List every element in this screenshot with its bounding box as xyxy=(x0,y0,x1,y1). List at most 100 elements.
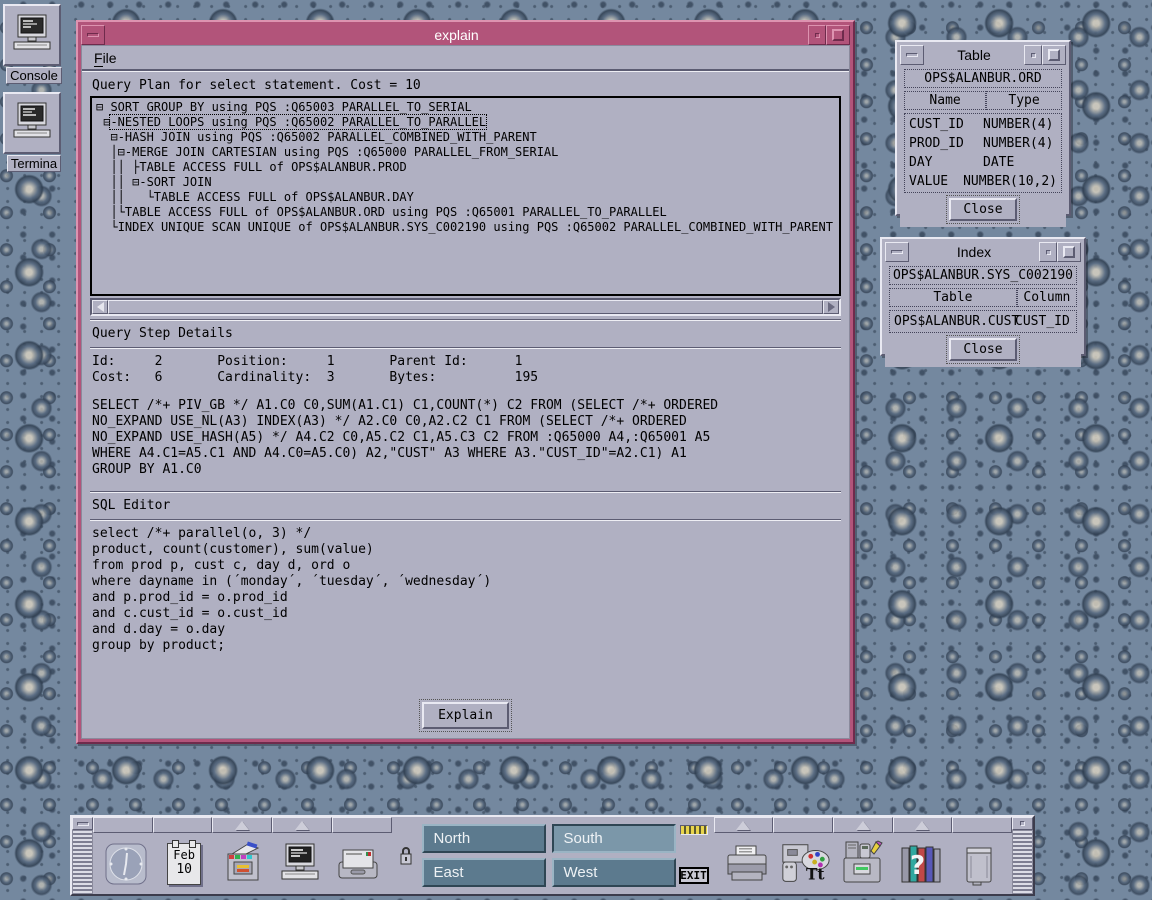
subpanel-segment xyxy=(153,817,213,833)
column-header-name[interactable]: Name xyxy=(904,91,986,110)
maximize-button[interactable] xyxy=(1042,45,1066,65)
workspace-switch-area: North South East West EXIT xyxy=(392,817,714,894)
window-menu-button[interactable] xyxy=(81,25,105,45)
lock-icon[interactable] xyxy=(398,845,414,867)
scrollbar-thumb[interactable] xyxy=(108,300,823,314)
calendar-icon: Feb 10 xyxy=(167,843,201,885)
busy-light xyxy=(680,825,708,835)
table-row[interactable]: PROD_IDNUMBER(4) xyxy=(909,134,1057,153)
tree-node-selected[interactable]: ⊟-NESTED LOOPS using PQS :Q65002 PARALLE… xyxy=(96,115,839,130)
titlebar[interactable]: explain xyxy=(81,25,850,45)
window-menu-button[interactable] xyxy=(885,242,909,262)
subpanel-segment xyxy=(773,817,833,833)
subpanel-segment xyxy=(952,817,1012,833)
panel-grip-texture xyxy=(1012,830,1033,894)
window-menu-icon xyxy=(87,33,99,37)
close-button[interactable]: Close xyxy=(949,338,1016,361)
exit-button[interactable]: EXIT xyxy=(679,867,709,884)
table-row[interactable]: VALUENUMBER(10,2) xyxy=(909,172,1057,191)
panel-right-handle[interactable] xyxy=(1012,817,1033,894)
subpanel-toggle-files[interactable] xyxy=(212,817,272,833)
panel-left-handle[interactable] xyxy=(72,817,93,894)
application-manager-button[interactable] xyxy=(837,836,889,892)
printer-button[interactable] xyxy=(721,836,773,892)
iconify-button[interactable] xyxy=(808,25,826,45)
desktop-icon-terminal[interactable]: Termina xyxy=(3,92,65,177)
separator xyxy=(90,347,841,349)
close-button[interactable]: Close xyxy=(949,198,1016,221)
panel-minimize-button[interactable] xyxy=(72,817,93,830)
horizontal-scrollbar[interactable] xyxy=(90,298,841,316)
separator xyxy=(90,491,841,493)
column-header-table[interactable]: Table xyxy=(889,288,1017,307)
panel-menu-button[interactable] xyxy=(1012,817,1033,830)
tree-node[interactable]: │⊟-MERGE JOIN CARTESIAN using PQS :Q6500… xyxy=(96,145,839,160)
terminal-icon[interactable] xyxy=(3,92,61,154)
window-title: Table xyxy=(924,45,1024,65)
mail-button[interactable] xyxy=(332,836,384,892)
subpanel-toggle-help[interactable] xyxy=(893,817,953,833)
terminal-button[interactable] xyxy=(274,836,326,892)
subpanel-toggle-applications[interactable] xyxy=(833,817,893,833)
maximize-button[interactable] xyxy=(826,25,850,45)
column-header-type[interactable]: Type xyxy=(986,91,1062,110)
help-button[interactable]: ? xyxy=(895,836,947,892)
up-arrow-icon xyxy=(915,821,929,830)
subpanel-segment xyxy=(93,817,153,833)
iconify-button[interactable] xyxy=(1039,242,1057,262)
calendar-button[interactable]: Feb 10 xyxy=(158,836,210,892)
window-menu-icon xyxy=(891,250,903,254)
scroll-right-button[interactable] xyxy=(823,300,839,314)
index-window: Index OPS$ALANBUR.SYS_C002190 Table Colu… xyxy=(880,237,1086,356)
iconify-icon xyxy=(815,33,820,38)
table-row[interactable]: DAYDATE xyxy=(909,153,1057,172)
minimize-icon xyxy=(77,822,89,826)
style-manager-button[interactable]: Tt xyxy=(779,836,831,892)
tree-node[interactable]: ⊟-HASH JOIN using PQS :Q65002 PARALLEL_C… xyxy=(96,130,839,145)
subpanel-toggle-printers[interactable] xyxy=(714,817,774,833)
index-columns-list: OPS$ALANBUR.CUSTCUST_ID xyxy=(889,310,1077,333)
file-drawer-icon xyxy=(218,840,266,888)
subpanel-toggle-hosts[interactable] xyxy=(272,817,332,833)
tree-node[interactable]: │└TABLE ACCESS FULL of OPS$ALANBUR.ORD u… xyxy=(96,205,839,220)
desktop-icon-console[interactable]: Console xyxy=(3,4,65,89)
maximize-icon xyxy=(1048,49,1060,61)
trash-icon xyxy=(959,840,999,888)
scroll-left-button[interactable] xyxy=(92,300,108,314)
workspace-button-north[interactable]: North xyxy=(422,824,546,853)
tree-node[interactable]: └INDEX UNIQUE SCAN UNIQUE of OPS$ALANBUR… xyxy=(96,220,839,235)
index-row[interactable]: OPS$ALANBUR.CUSTCUST_ID xyxy=(894,312,1072,331)
desktop-icon-label: Termina xyxy=(7,155,61,172)
titlebar[interactable]: Index xyxy=(885,242,1081,262)
maximize-button[interactable] xyxy=(1057,242,1081,262)
column-header-column[interactable]: Column xyxy=(1017,288,1077,307)
sql-editor-input[interactable]: select /*+ parallel(o, 3) */ product, co… xyxy=(90,524,841,698)
help-glyph: ? xyxy=(910,851,925,881)
workspace-button-east[interactable]: East xyxy=(422,858,546,887)
query-plan-tree[interactable]: ⊟ SORT GROUP BY using PQS :Q65003 PARALL… xyxy=(90,96,841,296)
tree-node[interactable]: ⊟ SORT GROUP BY using PQS :Q65003 PARALL… xyxy=(96,100,839,115)
workspace-button-west[interactable]: West xyxy=(552,858,676,887)
trash-button[interactable] xyxy=(953,836,1005,892)
workspace-button-south[interactable]: South xyxy=(552,824,676,853)
explain-button[interactable]: Explain xyxy=(422,702,509,729)
menu-file[interactable]: File xyxy=(94,50,117,66)
index-object-name: OPS$ALANBUR.SYS_C002190 xyxy=(889,266,1077,285)
iconify-icon xyxy=(1046,250,1051,255)
tree-node[interactable]: ││ └TABLE ACCESS FULL of OPS$ALANBUR.DAY xyxy=(96,190,839,205)
console-icon[interactable] xyxy=(3,4,61,66)
table-window: Table OPS$ALANBUR.ORD Name Type CUST_IDN… xyxy=(895,40,1071,216)
tree-node[interactable]: ││ ├TABLE ACCESS FULL of OPS$ALANBUR.PRO… xyxy=(96,160,839,175)
titlebar[interactable]: Table xyxy=(900,45,1066,65)
tree-node[interactable]: ││ ⊟-SORT JOIN xyxy=(96,175,839,190)
style-manager-icon: Tt xyxy=(779,840,831,888)
desktop: Console Termina explain File xyxy=(0,0,1152,900)
style-glyph: Tt xyxy=(806,865,825,883)
clock-button[interactable] xyxy=(100,836,152,892)
iconify-button[interactable] xyxy=(1024,45,1042,65)
up-arrow-icon xyxy=(856,821,870,830)
table-row[interactable]: CUST_IDNUMBER(4) xyxy=(909,115,1057,134)
file-manager-button[interactable] xyxy=(216,836,268,892)
up-arrow-icon xyxy=(235,821,249,830)
window-menu-button[interactable] xyxy=(900,45,924,65)
